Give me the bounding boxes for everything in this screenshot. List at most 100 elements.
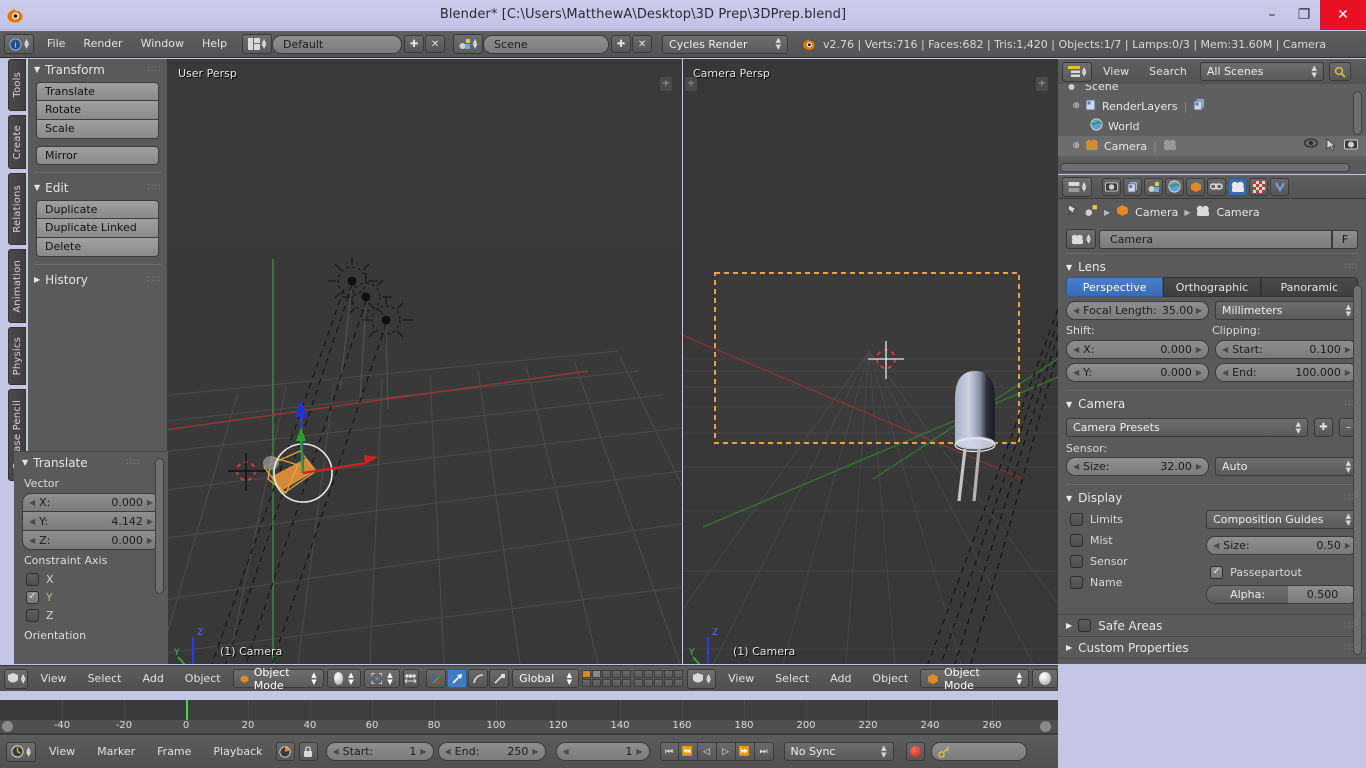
outliner-search-button[interactable] [1328, 62, 1351, 81]
decrement-arrow-icon[interactable]: ◀ [563, 747, 569, 756]
increment-arrow-icon[interactable]: ▶ [1196, 462, 1202, 471]
play-button[interactable]: ▷ [716, 742, 736, 761]
increment-arrow-icon[interactable]: ▶ [1196, 368, 1202, 377]
add-preset-button[interactable]: ✚ [1314, 418, 1333, 437]
mirror-button[interactable]: Mirror [36, 146, 159, 165]
shift-y-field[interactable]: ◀ Y: 0.000 ▶ [1066, 363, 1209, 382]
timeline-menu-playback[interactable]: Playback [204, 740, 271, 764]
passepartout-checkbox[interactable]: ✓ [1210, 565, 1224, 579]
delete-button[interactable]: Delete [36, 238, 159, 257]
timeline-playhead[interactable] [186, 700, 188, 720]
timeline-scroll-right-handle[interactable] [1040, 721, 1051, 732]
display-section-header[interactable]: ▼ Display ∷∷ [1058, 488, 1366, 508]
translate-manipulator-button[interactable] [447, 669, 468, 688]
lens-type-panoramic[interactable]: Panoramic [1260, 277, 1358, 297]
timeline-ruler[interactable]: -40 -20 0 20 40 60 80 100 120 140 160 18… [0, 720, 1058, 734]
lock-time-button[interactable] [298, 742, 318, 761]
outliner-display-mode-dropdown[interactable]: All Scenes ▲ ▼ [1199, 62, 1324, 81]
restrict-select-cursor-icon[interactable] [1326, 138, 1337, 154]
focal-unit-dropdown[interactable]: Millimeters ▲ ▼ [1215, 301, 1358, 320]
render-engine-dropdown[interactable]: Cycles Render ▲ ▼ [662, 34, 789, 54]
frame-start-field[interactable]: ◀ Start: 1 ▶ [325, 742, 434, 761]
mist-checkbox[interactable] [1070, 533, 1083, 547]
outliner-row-camera[interactable]: ⊕ Camera | [1058, 136, 1366, 156]
constraint-z-checkbox[interactable] [26, 608, 39, 622]
minimize-button[interactable]: – [1256, 2, 1288, 28]
viewport-right-menu-object[interactable]: Object [863, 667, 917, 691]
next-keyframe-button[interactable]: ⏩ [735, 742, 755, 761]
increment-arrow-icon[interactable]: ▶ [1345, 368, 1351, 377]
rotate-button[interactable]: Rotate [36, 101, 159, 120]
decrement-arrow-icon[interactable]: ◀ [333, 747, 339, 756]
shift-x-field[interactable]: ◀ X: 0.000 ▶ [1066, 340, 1209, 359]
limits-row[interactable]: Limits [1066, 510, 1198, 528]
previous-keyframe-button[interactable]: ⏪ [678, 742, 698, 761]
increment-arrow-icon[interactable]: ▶ [1345, 541, 1351, 550]
sensor-fit-dropdown[interactable]: Auto ▲ ▼ [1215, 457, 1358, 476]
outliner-tree[interactable]: Scene ⊕ RenderLayers | World ⊕ Camera | [1058, 84, 1366, 160]
camera-data-icon[interactable] [1163, 139, 1177, 154]
custom-properties-section-header[interactable]: ▶ Custom Properties ∷∷ [1058, 636, 1366, 658]
scene-field[interactable]: Scene [483, 34, 610, 54]
properties-tab-particles[interactable] [1270, 177, 1289, 196]
viewport-right-menu-add[interactable]: Add [821, 667, 860, 691]
decrement-arrow-icon[interactable]: ◀ [29, 498, 35, 507]
clip-start-field[interactable]: ◀ Start: 0.100 ▶ [1215, 340, 1358, 359]
safe-areas-section-header[interactable]: ▶ Safe Areas ∷∷ [1058, 614, 1366, 636]
menu-help[interactable]: Help [193, 32, 236, 56]
viewport-right-toolshelf-toggle[interactable]: + [685, 77, 697, 91]
increment-arrow-icon[interactable]: ▶ [1345, 345, 1351, 354]
name-row[interactable]: Name [1066, 573, 1198, 591]
editor-type-selector[interactable]: i ▲ ▼ [4, 34, 34, 54]
restrict-view-eye-icon[interactable] [1304, 138, 1318, 154]
increment-arrow-icon[interactable]: ▶ [1196, 306, 1202, 315]
frame-end-field[interactable]: ◀ End: 250 ▶ [437, 742, 546, 761]
fake-user-button[interactable]: F [1332, 229, 1358, 249]
menu-window[interactable]: Window [132, 32, 193, 56]
composition-guides-dropdown[interactable]: Composition Guides ▲ ▼ [1206, 510, 1358, 529]
increment-arrow-icon[interactable]: ▶ [636, 747, 642, 756]
sensor-display-row[interactable]: Sensor [1066, 552, 1198, 570]
new-scene-button[interactable]: ✚ [611, 35, 632, 53]
tool-tab-create[interactable]: Create [8, 115, 26, 169]
focal-length-field[interactable]: ◀ Focal Length: 35.00 ▶ [1066, 301, 1209, 320]
outliner-editor-type[interactable]: ▲ ▼ [1062, 61, 1092, 82]
timeline-menu-frame[interactable]: Frame [148, 740, 200, 764]
keying-set-field[interactable] [930, 742, 1027, 761]
viewport-left-menu-object[interactable]: Object [176, 667, 230, 691]
timeline-scroll-left-handle[interactable] [2, 721, 13, 732]
close-button[interactable]: ✕ [1320, 0, 1366, 30]
constraint-axis-z-row[interactable]: Z [14, 606, 168, 624]
scale-button[interactable]: Scale [36, 120, 159, 139]
viewport-right-editor-type[interactable]: ▲ ▼ [687, 668, 717, 689]
decrement-arrow-icon[interactable]: ◀ [1073, 462, 1079, 471]
decrement-arrow-icon[interactable]: ◀ [445, 747, 451, 756]
properties-tab-object-data[interactable] [1228, 177, 1247, 196]
viewport-left-menu-view[interactable]: View [31, 667, 75, 691]
transform-orientation-dropdown[interactable]: Global ▲ ▼ [512, 669, 579, 688]
sync-mode-dropdown[interactable]: No Sync ▲ ▼ [783, 742, 894, 761]
manipulator-toggle-button[interactable] [426, 669, 447, 688]
increment-arrow-icon[interactable]: ▶ [147, 536, 153, 545]
properties-editor-type[interactable]: ▲ ▼ [1062, 176, 1092, 197]
decrement-arrow-icon[interactable]: ◀ [1222, 368, 1228, 377]
viewport-left-shading-dropdown[interactable]: ▲ ▼ [326, 669, 361, 688]
maximize-button[interactable]: ❐ [1288, 2, 1320, 28]
increment-arrow-icon[interactable]: ▶ [147, 498, 153, 507]
outliner-menu-view[interactable]: View [1094, 60, 1138, 84]
layer-block-left[interactable] [582, 670, 631, 687]
increment-arrow-icon[interactable]: ▶ [420, 747, 426, 756]
lens-type-orthographic[interactable]: Orthographic [1163, 277, 1261, 297]
viewport-left-toolshelf-toggle[interactable]: + [660, 77, 672, 91]
outliner-row-world[interactable]: World [1058, 116, 1366, 136]
viewport-right-menu-select[interactable]: Select [766, 667, 818, 691]
operator-panel-scrollbar[interactable] [155, 458, 164, 594]
jump-to-end-button[interactable]: ⏭ [754, 742, 774, 761]
increment-arrow-icon[interactable]: ▶ [532, 747, 538, 756]
screen-layout-field[interactable]: Default [272, 34, 403, 54]
scale-manipulator-button[interactable] [489, 669, 510, 688]
current-frame-field[interactable]: ◀ 1 ▶ [555, 742, 650, 761]
camera-section-header[interactable]: ▼ Camera ∷∷ [1058, 394, 1366, 414]
constraint-axis-x-row[interactable]: X [14, 570, 168, 588]
alpha-field[interactable]: Alpha: 0.500 [1206, 585, 1358, 604]
